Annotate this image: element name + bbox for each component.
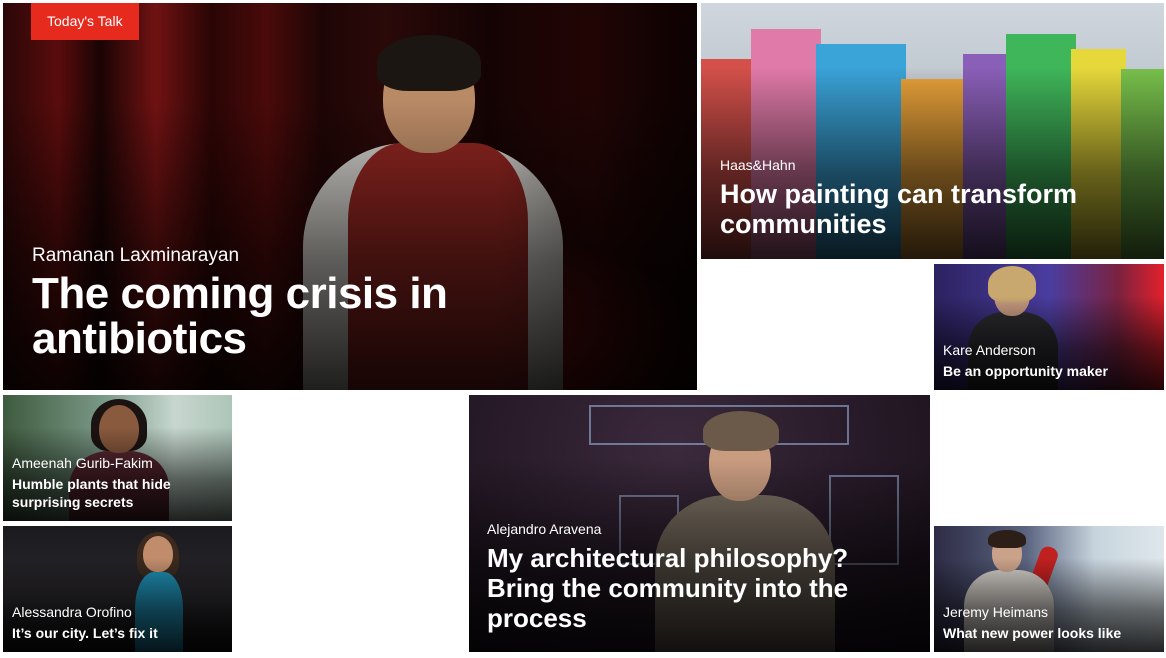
todays-talk-badge: Today's Talk xyxy=(31,3,139,40)
featured-talk-card[interactable]: Today's Talk Ramanan Laxminarayan The co… xyxy=(3,3,697,390)
speaker-name: Alejandro Aravena xyxy=(487,521,602,537)
speaker-name: Jeremy Heimans xyxy=(943,604,1049,620)
talk-title[interactable]: The coming crisis in antibiotics xyxy=(32,271,668,361)
talk-card-kare-anderson[interactable]: Kare Anderson Be an opportunity maker xyxy=(934,264,1164,390)
talk-card-alessandra-orofino[interactable]: Alessandra Orofino It’s our city. Let’s … xyxy=(3,526,232,652)
talk-title[interactable]: What new power looks like xyxy=(943,624,1155,642)
talk-title[interactable]: My architectural philosophy? Bring the c… xyxy=(487,543,911,633)
speaker-name: Kare Anderson xyxy=(943,342,1036,358)
speaker-name: Alessandra Orofino xyxy=(12,604,132,620)
talk-card-ameenah-gurib-fakim[interactable]: Ameenah Gurib-Fakim Humble plants that h… xyxy=(3,395,232,521)
talk-card-painting[interactable]: Haas&Hahn How painting can transform com… xyxy=(701,3,1164,259)
talk-title[interactable]: How painting can transform communities xyxy=(720,179,1145,239)
speaker-name: Haas&Hahn xyxy=(720,157,796,173)
talk-title[interactable]: Humble plants that hide surprising secre… xyxy=(12,475,223,511)
speaker-name: Ameenah Gurib-Fakim xyxy=(12,455,153,471)
talk-card-alejandro-aravena[interactable]: Alejandro Aravena My architectural philo… xyxy=(469,395,930,652)
talk-card-jeremy-heimans[interactable]: Jeremy Heimans What new power looks like xyxy=(934,526,1164,652)
talk-title[interactable]: Be an opportunity maker xyxy=(943,362,1155,380)
talk-title[interactable]: It’s our city. Let’s fix it xyxy=(12,624,223,642)
speaker-name: Ramanan Laxminarayan xyxy=(32,245,240,266)
featured-talk-caption: Ramanan Laxminarayan The coming crisis i… xyxy=(3,245,697,390)
